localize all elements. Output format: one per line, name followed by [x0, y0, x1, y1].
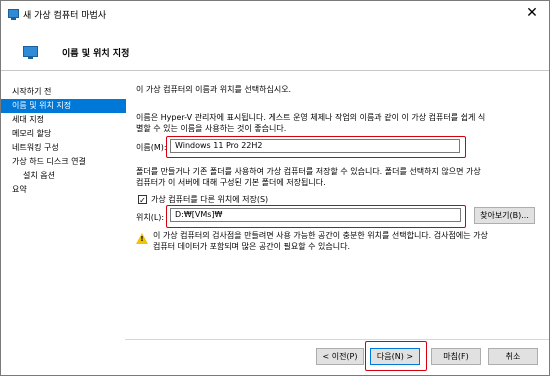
virtual-machine-icon	[8, 9, 19, 20]
name-help-text: 이름은 Hyper-V 관리자에 표시됩니다. 게스트 운영 체제나 작업의 이…	[136, 113, 486, 122]
warning-text: 컴퓨터 데이터가 포함되며 많은 공간이 필요할 수 있습니다.	[153, 242, 350, 251]
header-divider	[1, 70, 549, 71]
nav-item-summary[interactable]: 요약	[1, 183, 126, 197]
window-title: 새 가상 컴퓨터 마법사	[23, 11, 107, 21]
nav-item-generation[interactable]: 세대 지정	[1, 113, 126, 127]
name-input[interactable]	[170, 139, 460, 153]
location-input[interactable]	[170, 208, 461, 222]
title-bar: 새 가상 컴퓨터 마법사 ✕	[1, 1, 549, 27]
nav-item-memory[interactable]: 메모리 할당	[1, 127, 126, 141]
previous-button[interactable]: < 이전(P)	[316, 348, 364, 365]
nav-item-networking[interactable]: 네트워킹 구성	[1, 141, 126, 155]
nav-item-install-options[interactable]: 설치 옵션	[1, 169, 126, 183]
wizard-steps-nav: 시작하기 전 이름 및 위치 지정 세대 지정 메모리 할당 네트워킹 구성 가…	[1, 85, 126, 197]
folder-help-text: 폴더를 만들거나 기존 폴더를 사용하여 가상 컴퓨터를 저장할 수 있습니다.…	[136, 167, 481, 176]
name-label: 이름(M):	[136, 143, 167, 152]
virtual-machine-icon	[23, 46, 38, 59]
page-header: 이름 및 위치 지정	[1, 27, 549, 70]
page-title: 이름 및 위치 지정	[62, 49, 130, 59]
store-elsewhere-checkbox[interactable]: ✓	[138, 195, 147, 205]
nav-item-name-location[interactable]: 이름 및 위치 지정	[1, 99, 126, 113]
intro-text: 이 가상 컴퓨터의 이름과 위치를 선택하십시오.	[136, 85, 292, 94]
finish-button[interactable]: 마침(F)	[431, 348, 481, 365]
nav-item-virtual-hard-disk[interactable]: 가상 하드 디스크 연결	[1, 155, 126, 169]
folder-help-text: 컴퓨터가 이 서버에 대해 구성된 기본 폴더에 저장됩니다.	[136, 178, 326, 187]
location-label: 위치(L):	[136, 213, 165, 222]
store-elsewhere-label: 가상 컴퓨터를 다른 위치에 저장(S)	[151, 195, 269, 204]
wizard-window: 새 가상 컴퓨터 마법사 ✕ 이름 및 위치 지정 시작하기 전 이름 및 위치…	[0, 0, 550, 376]
close-button[interactable]: ✕	[523, 4, 541, 22]
footer-divider	[125, 339, 549, 340]
browse-button[interactable]: 찾아보기(B)...	[474, 207, 535, 224]
cancel-button[interactable]: 취소	[488, 348, 538, 365]
next-button[interactable]: 다음(N) >	[370, 348, 420, 365]
nav-item-before-you-begin[interactable]: 시작하기 전	[1, 85, 126, 99]
name-help-text: 별할 수 있는 이름을 사용하는 것이 좋습니다.	[136, 124, 287, 133]
warning-icon: !	[140, 235, 144, 243]
warning-text: 이 가상 컴퓨터의 검사점을 만들려면 사용 가능한 공간이 충분한 위치를 선…	[153, 231, 488, 240]
